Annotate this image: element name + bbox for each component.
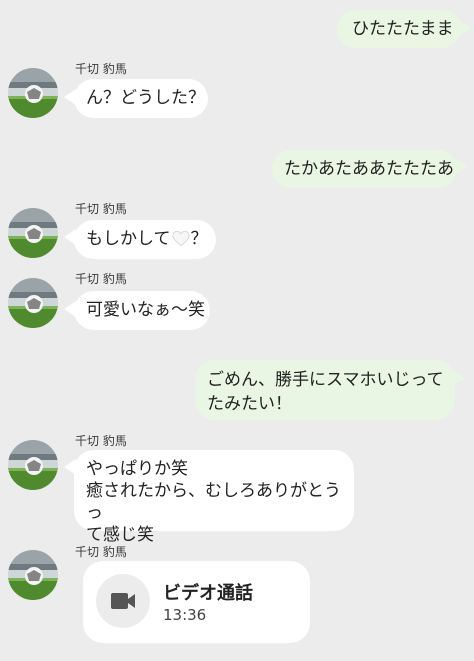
- call-title: ビデオ通話: [163, 583, 253, 604]
- soccer-ball-avatar-image: [8, 208, 58, 258]
- message-text-suffix: ？: [190, 229, 208, 249]
- incoming-message-bubble[interactable]: ん？どうした？: [74, 79, 208, 118]
- soccer-ball-avatar-image: [8, 550, 58, 600]
- video-call-icon-background: [96, 574, 150, 628]
- outgoing-message-bubble[interactable]: たかあたああたたたあ: [272, 150, 457, 188]
- bubble-tail: [459, 20, 471, 36]
- video-camera-icon: [111, 593, 135, 609]
- sender-name: 千切 豹馬: [75, 272, 127, 286]
- message-text: ん？どうした？: [86, 88, 205, 108]
- call-duration: 13:36: [163, 606, 207, 624]
- sender-name: 千切 豹馬: [75, 62, 127, 76]
- avatar[interactable]: [8, 278, 58, 328]
- message-text-line: たみたい！: [207, 394, 292, 414]
- video-call-message[interactable]: ビデオ通話 13:36: [83, 561, 310, 643]
- avatar[interactable]: [8, 208, 58, 258]
- soccer-ball-avatar-image: [8, 278, 58, 328]
- message-text: ひたたたまま: [352, 19, 454, 39]
- incoming-message-bubble[interactable]: やっぱりか笑 癒されたから、むしろありがとうっ て感じ笑: [74, 450, 354, 545]
- incoming-message-bubble[interactable]: もしかして ？: [74, 220, 216, 259]
- message-text-line: やっぱりか笑: [86, 459, 188, 479]
- avatar[interactable]: [8, 440, 58, 490]
- soccer-ball-avatar-image: [8, 440, 58, 490]
- message-text-line: ごめん、勝手にスマホいじって: [207, 370, 444, 390]
- white-heart-icon: [171, 230, 190, 253]
- message-text-line: 癒されたから、むしろありがとうっ: [86, 481, 341, 523]
- sender-name: 千切 豹馬: [75, 434, 127, 448]
- incoming-message-bubble[interactable]: 可愛いなぁ〜笑: [74, 291, 210, 330]
- sender-name: 千切 豹馬: [75, 202, 127, 216]
- message-text: たかあたああたたたあ: [284, 159, 454, 179]
- avatar[interactable]: [8, 68, 58, 118]
- avatar[interactable]: [8, 550, 58, 600]
- bubble-tail: [455, 158, 467, 174]
- message-text: もしかして: [86, 229, 171, 249]
- message-text: 可愛いなぁ〜笑: [86, 300, 205, 320]
- bubble-tail: [453, 370, 465, 386]
- outgoing-message-bubble[interactable]: ごめん、勝手にスマホいじって たみたい！: [195, 360, 455, 420]
- outgoing-message-bubble[interactable]: ひたたたまま: [337, 10, 461, 48]
- soccer-ball-avatar-image: [8, 68, 58, 118]
- sender-name: 千切 豹馬: [75, 545, 127, 559]
